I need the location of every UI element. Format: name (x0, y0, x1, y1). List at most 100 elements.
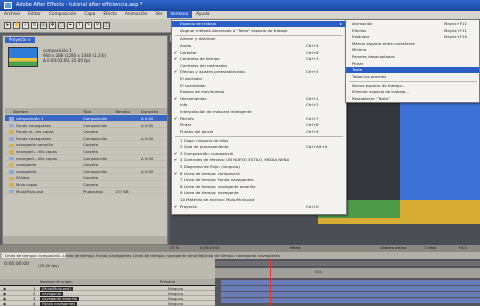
window-menu-item[interactable]: 5 Diagrama de flujo: (ninguno) (172, 164, 346, 170)
column-type[interactable]: Tipo (83, 109, 91, 114)
window-menu-item[interactable]: ✔ 3 Composición: composició (172, 151, 346, 157)
resolution-dropdown[interactable]: Mitad (290, 246, 300, 250)
menu-4[interactable]: Efecto (99, 11, 121, 18)
window-menu-item[interactable]: ✔ Párrafo Ctrl+7 (172, 116, 346, 122)
exposure-value[interactable]: +0,0 (458, 246, 467, 250)
clone-stamp-tool-icon[interactable]: ⚲ (94, 22, 101, 29)
visibility-eye-icon[interactable]: ◉ (3, 302, 6, 306)
layer-duration-bar[interactable] (221, 298, 480, 303)
window-menu-item[interactable]: Alinear y distribuir (172, 36, 346, 42)
workspace-menu-item[interactable]: Todos los paneles (346, 74, 479, 80)
eraser-tool-icon[interactable]: ◫ (103, 22, 110, 29)
window-menu-item[interactable]: El suavizador (172, 83, 346, 89)
timeline-layer-row[interactable]: ◉ 4 Fondo navegantes Ninguno (0, 301, 215, 306)
hand-tool-icon[interactable]: ✋ (13, 22, 20, 29)
window-menu-item[interactable]: Espacio de trabajo ▸ (172, 21, 346, 28)
workspace-menu-item[interactable]: Pintar (346, 61, 479, 67)
project-item-row[interactable]: Fondo navegantes Composición Δ 0:00 (5, 122, 167, 129)
pan-behind-tool-icon[interactable]: ✥ (49, 22, 56, 29)
column-parent[interactable]: Primario (160, 280, 175, 284)
project-item-row[interactable]: navegant...rillo capas Composición Δ 0:00 (5, 155, 167, 162)
timeline-tab[interactable]: Línea de tiempo: composició... (2, 253, 67, 258)
layer-duration-bar[interactable] (221, 280, 480, 285)
project-item-row[interactable]: composición 1 Composición Δ 0:00 (5, 115, 167, 122)
window-menu-item[interactable]: 10 Material de archivo: Mulo/Mulo.psd (172, 197, 346, 203)
menu-8[interactable]: Ayuda (192, 11, 213, 18)
window-menu-item[interactable]: Esbozo de movimiento (172, 89, 346, 95)
workspace-menu-item[interactable]: Mínimo (346, 47, 479, 53)
column-duration[interactable]: Duración (141, 109, 158, 114)
layer-duration-bar[interactable] (221, 286, 480, 291)
rotate-tool-icon[interactable]: ↻ (31, 22, 38, 29)
camera-tool-icon[interactable]: ◎ (40, 22, 47, 29)
window-menu-item[interactable]: ✔ 6 Línea de tiempo: composició (172, 171, 346, 177)
menu-2[interactable]: Composición (45, 11, 81, 18)
window-menu-item[interactable]: Info Ctrl+2 (172, 102, 346, 108)
window-menu-item[interactable]: Audio Ctrl+4 (172, 43, 346, 49)
active-camera-dropdown[interactable]: Cámara activa (380, 246, 406, 250)
work-area-bar[interactable] (215, 261, 480, 266)
selection-tool-icon[interactable]: ➤ (4, 22, 11, 29)
time-ruler[interactable]: 02s (215, 268, 480, 278)
window-menu-item[interactable]: Pintar Ctrl+8 (172, 122, 346, 128)
timeline-current-time[interactable]: 0:00:00:00 (4, 262, 29, 267)
workspace-menu-item[interactable]: Nuevo espacio de trabajo... (346, 83, 479, 89)
window-menu-item[interactable]: Interpolación de máscara inteligente (172, 109, 346, 115)
text-tool-icon[interactable]: T (76, 22, 83, 29)
project-tab[interactable]: Proyecto × (5, 37, 36, 43)
workspace-menu-item[interactable]: Animación Mayús+F11 (346, 21, 479, 27)
workspace-menu-item[interactable]: Efectos Mayús+F11 (346, 28, 479, 34)
menu-6[interactable]: Ver (151, 11, 166, 18)
window-menu-item[interactable]: ✔ Efectos y ajustes preestablecidos Ctrl+5 (172, 69, 346, 75)
workspace-menu-item[interactable]: Estándar Mayús+F10 (346, 34, 479, 40)
window-menu-item[interactable]: Puntas del pincel Ctrl+9 (172, 129, 346, 135)
pen-tool-icon[interactable]: ✒ (67, 22, 74, 29)
current-time-indicator[interactable] (270, 259, 271, 305)
project-item-row[interactable]: Mulo capas Carpeta (5, 181, 167, 188)
zoom-tool-icon[interactable]: ⌕ (22, 22, 29, 29)
workspace-menu-item[interactable]: Restablecer "Texto" (346, 96, 479, 102)
workspace-menu-item[interactable]: Eliminar espacio de trabajo... (346, 89, 479, 95)
timeline-tab[interactable]: Línea de tiempo: Fondo navegantes (60, 253, 134, 258)
column-source-name[interactable]: Nombre de origen (40, 280, 73, 284)
workspace-menu-item[interactable]: Marcar espacio entre caracteres (346, 41, 479, 47)
current-time-display[interactable]: 0:00:00:00 (200, 246, 220, 250)
window-menu-item[interactable]: ✔ Herramientas Ctrl+1 (172, 96, 346, 102)
window-menu-item[interactable]: Controles del rastreador (172, 63, 346, 69)
brush-tool-icon[interactable]: ✎ (85, 22, 92, 29)
window-menu-item[interactable]: ✔ 4 Controles de efectos: UN NUEVO ESTILO… (172, 157, 346, 163)
window-menu-item[interactable]: 8 Línea de tiempo: navegante amarillo (172, 184, 346, 190)
layer-parent-dropdown[interactable]: Ninguno (168, 302, 183, 306)
menu-1[interactable]: Editar (24, 11, 45, 18)
view-layout-dropdown[interactable]: 1 Vista (424, 246, 436, 250)
project-item-row[interactable]: navegante Carpeta (5, 161, 167, 168)
column-name[interactable]: Nombre (13, 109, 28, 114)
timeline-tab[interactable]: Línea de tiempo: navegante navegantes (200, 253, 283, 258)
window-menu-item[interactable]: Asignar método abreviado a "Texto" espac… (172, 28, 346, 34)
menu-0[interactable]: Archivo (0, 11, 24, 18)
window-menu-item[interactable]: ✔ Carácter Ctrl+6 (172, 50, 346, 56)
project-item-row[interactable]: navegant...rillo capas Carpeta (5, 148, 167, 155)
window-menu-item[interactable]: 2 Cola de procesamiento Ctrl+Alt+0 (172, 144, 346, 150)
project-item-row[interactable]: Mulo/Mulo.psd Photoshop 157 KB (5, 188, 167, 195)
mask-tool-icon[interactable]: □ (58, 22, 65, 29)
window-menu-item[interactable]: 9 Línea de tiempo: navegante (172, 190, 346, 196)
window-menu-item[interactable]: ✔ Controles de tiempo Ctrl+3 (172, 56, 346, 62)
column-size[interactable]: Tamaño (115, 109, 130, 114)
menu-3[interactable]: Capa (80, 11, 99, 18)
project-item-row[interactable]: navegante Composición Δ 0:00 (5, 168, 167, 175)
window-menu-item[interactable]: 1 Capa: ninguno de ellos (172, 138, 346, 144)
layer-duration-bar[interactable] (221, 292, 480, 297)
project-item-row[interactable]: navegante amarillo Carpeta (5, 141, 167, 148)
layer-name[interactable]: Fondo navegantes (40, 302, 78, 306)
window-menu-item[interactable]: El oscilador (172, 76, 346, 82)
menu-5[interactable]: Animación (121, 11, 152, 18)
menu-7[interactable]: Ventana (166, 11, 193, 18)
timeline-tracks[interactable]: 02s (215, 259, 480, 305)
window-menu-item[interactable]: ✔ Proyecto Ctrl+0 (172, 204, 346, 210)
project-item-row[interactable]: Fondo navegantes Composición Δ 0:00 (5, 135, 167, 142)
window-menu-item[interactable]: 7 Línea de tiempo: Fondo navegantes (172, 177, 346, 183)
workspace-menu-item[interactable]: Paneles desacoplados (346, 54, 479, 60)
timeline-tab[interactable]: Línea de tiempo: navegante amarillo (130, 253, 206, 258)
magnification-dropdown[interactable]: 25 % (170, 246, 179, 250)
